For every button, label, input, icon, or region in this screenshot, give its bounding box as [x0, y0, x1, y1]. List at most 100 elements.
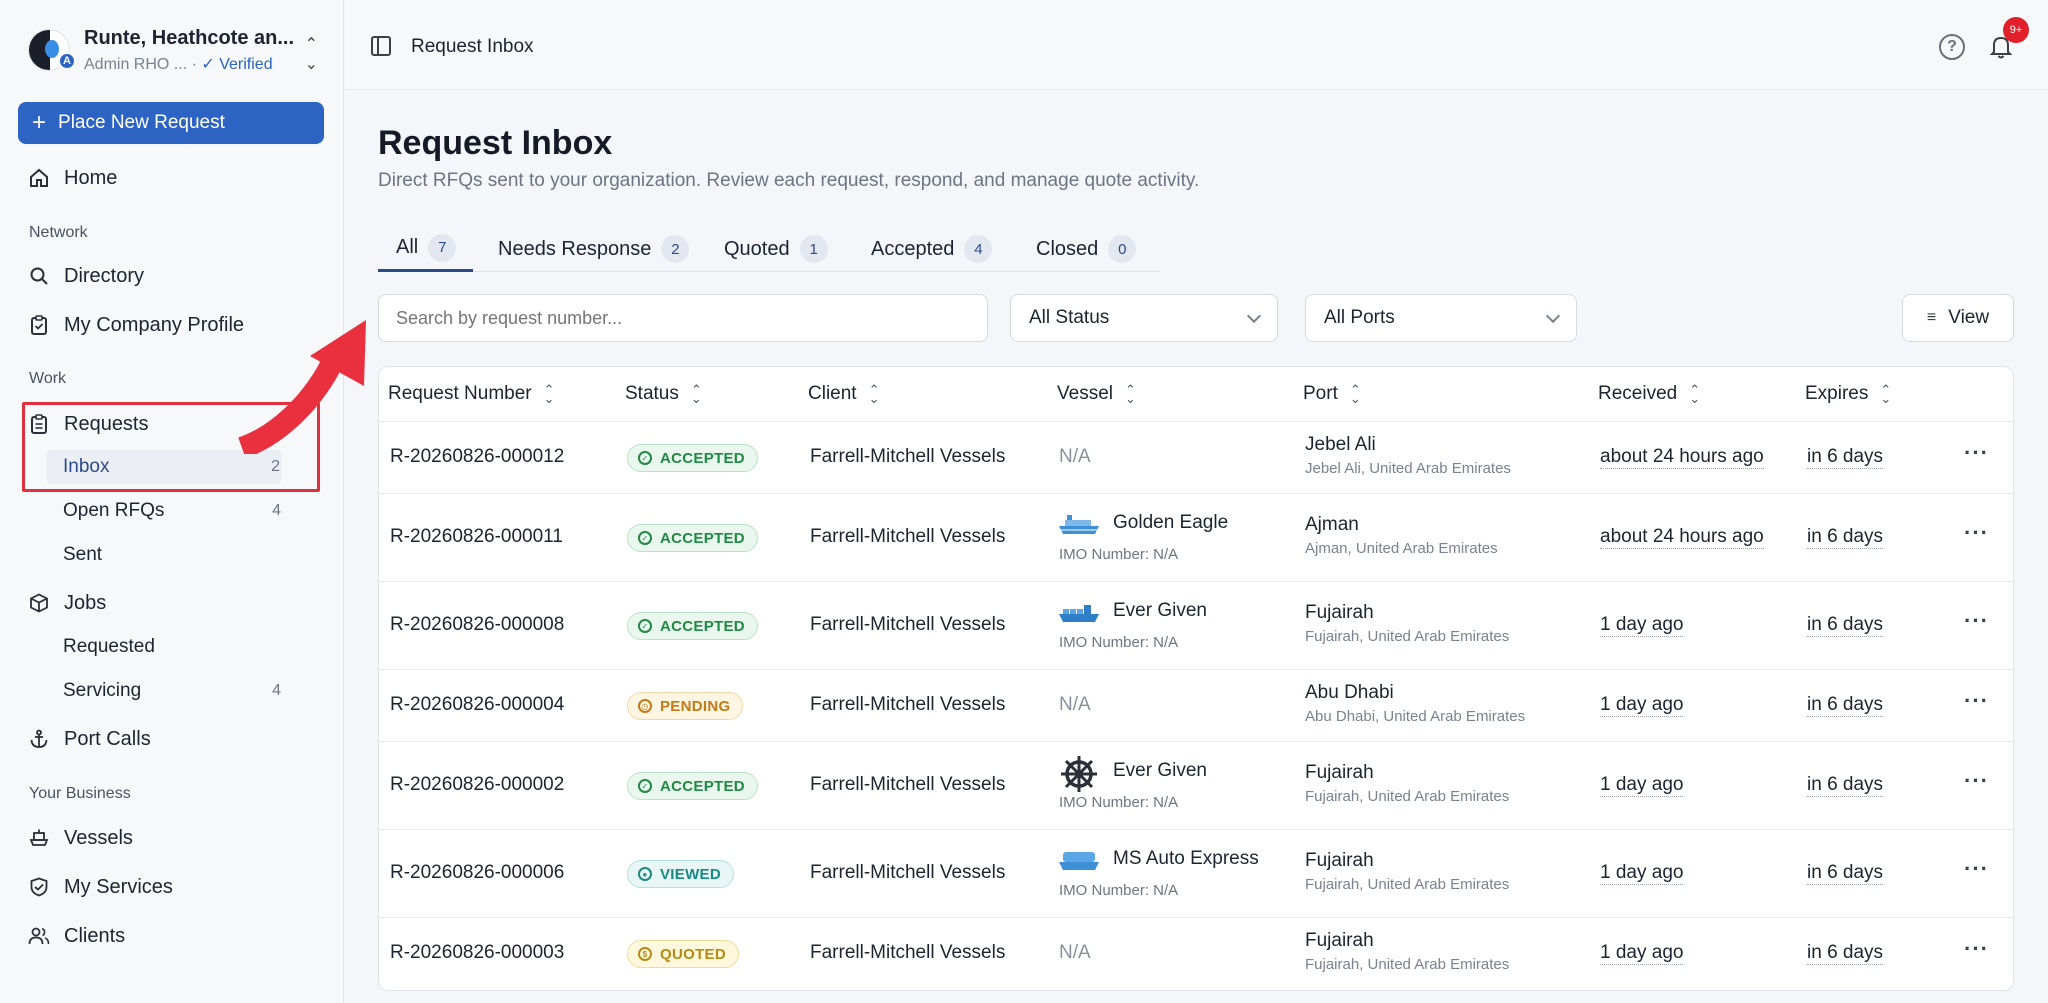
column-label: Request Number: [388, 383, 532, 404]
users-icon: [28, 925, 50, 947]
request-number[interactable]: R-20260826-000004: [390, 694, 564, 716]
eye-icon: ●: [638, 867, 652, 881]
request-number[interactable]: R-20260826-000002: [390, 774, 564, 796]
port-name: Fujairah: [1305, 930, 1374, 951]
vessel-na: N/A: [1059, 942, 1091, 963]
sort-icon: ⌃ ⌄: [1124, 381, 1136, 406]
requests-table: Request Number ⌃ ⌄ Status ⌃ ⌄ Client ⌃ ⌄ Vesse…: [378, 366, 2014, 991]
status-filter-select[interactable]: All Status: [1010, 294, 1278, 342]
verified-label: Verified: [219, 55, 273, 73]
search-input[interactable]: [378, 294, 988, 342]
port-name: Ajman: [1305, 514, 1359, 535]
more-actions-icon[interactable]: ···: [1964, 768, 1989, 794]
more-actions-icon[interactable]: ···: [1964, 688, 1989, 714]
vessel-name: Ever Given: [1113, 760, 1207, 781]
more-actions-icon[interactable]: ···: [1964, 936, 1989, 962]
more-actions-icon[interactable]: ···: [1964, 856, 1989, 882]
client-name: Farrell-Mitchell Vessels: [810, 614, 1006, 635]
column-header-request-number[interactable]: Request Number ⌃ ⌄: [388, 383, 555, 405]
port-name: Fujairah: [1305, 762, 1374, 783]
sidebar-item-port-calls[interactable]: Port Calls: [28, 723, 151, 755]
column-header-vessel[interactable]: Vessel ⌃ ⌄: [1057, 383, 1136, 405]
tab-needs-response[interactable]: Needs Response 2: [498, 226, 690, 272]
sidebar-item-label: Servicing: [63, 680, 142, 701]
port-location: Jebel Ali, United Arab Emirates: [1305, 460, 1511, 477]
request-number[interactable]: R-20260826-000012: [390, 446, 564, 468]
column-header-port[interactable]: Port ⌃ ⌄: [1303, 383, 1361, 405]
sidebar-item-label: Open RFQs: [63, 500, 165, 521]
table-row[interactable]: R-20260826-000003 $ QUOTED Farrell-Mitche…: [379, 918, 2013, 990]
notification-badge: 9+: [2003, 17, 2029, 43]
sidebar-item-directory[interactable]: Directory: [28, 260, 144, 292]
expires-time: in 6 days: [1807, 614, 1884, 637]
more-actions-icon[interactable]: ···: [1964, 520, 1989, 546]
page-title: Request Inbox: [378, 124, 613, 162]
separator: ·: [191, 55, 197, 73]
sort-icon: ⌃ ⌄: [543, 381, 555, 406]
request-number[interactable]: R-20260826-000006: [390, 862, 564, 884]
sidebar-item-jobs[interactable]: Jobs: [28, 587, 106, 619]
expires-time: in 6 days: [1807, 862, 1884, 885]
help-icon[interactable]: ?: [1939, 34, 1965, 60]
received-time: 1 day ago: [1600, 862, 1684, 885]
anchor-icon: [28, 728, 50, 750]
status-label: PENDING: [660, 697, 731, 715]
sort-icon: ⌃ ⌄: [1880, 381, 1892, 406]
table-row[interactable]: R-20260826-000008 ✓︎ ACCEPTED Farrell-Mit…: [379, 582, 2013, 670]
request-number[interactable]: R-20260826-000003: [390, 942, 564, 964]
verified-badge: ✓︎ Verified: [201, 55, 273, 73]
sidebar-item-my-services[interactable]: My Services: [28, 871, 173, 903]
request-number[interactable]: R-20260826-000008: [390, 614, 564, 636]
plus-icon: +: [32, 109, 47, 136]
place-new-request-button[interactable]: + Place New Request: [18, 102, 324, 144]
sidebar-item-sent[interactable]: Sent: [63, 538, 281, 572]
status-badge: ✓︎ ACCEPTED: [627, 444, 758, 472]
sidebar-item-requested[interactable]: Requested: [63, 630, 281, 664]
request-number[interactable]: R-20260826-000011: [390, 526, 563, 548]
sidebar-toggle-icon[interactable]: [371, 36, 391, 56]
column-header-expires[interactable]: Expires ⌃ ⌄: [1805, 383, 1891, 405]
table-row[interactable]: R-20260826-000012 ✓︎ ACCEPTED Farrell-Mit…: [379, 422, 2013, 494]
sidebar-item-home[interactable]: Home: [28, 162, 117, 194]
table-row[interactable]: R-20260826-000006 ● VIEWED Farrell-Mitche…: [379, 830, 2013, 918]
view-options-button[interactable]: ≡ View: [1902, 294, 2014, 342]
tab-label: All: [396, 236, 419, 258]
table-row[interactable]: R-20260826-000004 ◷ PENDING Farrell-Mitch…: [379, 670, 2013, 742]
imo-number: IMO Number: N/A: [1059, 882, 1179, 899]
more-actions-icon[interactable]: ···: [1964, 608, 1989, 634]
sort-icon: ⌃ ⌄: [1689, 381, 1701, 406]
sidebar-item-clients[interactable]: Clients: [28, 920, 125, 952]
sidebar-item-label: Sent: [63, 544, 103, 565]
servicing-count: 4: [272, 682, 281, 699]
ports-filter-select[interactable]: All Ports: [1305, 294, 1577, 342]
received-time: 1 day ago: [1600, 614, 1684, 637]
status-label: ACCEPTED: [660, 777, 745, 795]
tab-quoted[interactable]: Quoted 1: [724, 226, 828, 272]
status-label: QUOTED: [660, 945, 726, 963]
tab-accepted[interactable]: Accepted 4: [871, 226, 993, 272]
sidebar-item-label: Directory: [64, 264, 145, 287]
more-actions-icon[interactable]: ···: [1964, 440, 1989, 466]
sidebar-item-vessels[interactable]: Vessels: [28, 822, 133, 854]
tab-label: Accepted: [871, 237, 955, 260]
tab-all[interactable]: All 7: [378, 226, 473, 272]
table-row[interactable]: R-20260826-000011 ✓︎ ACCEPTED Farrell-Mit…: [379, 494, 2013, 582]
status-badge: ✓︎ ACCEPTED: [627, 612, 758, 640]
sidebar-item-servicing[interactable]: Servicing 4: [63, 674, 281, 708]
table-header: Request Number ⌃ ⌄ Status ⌃ ⌄ Client ⌃ ⌄ Vesse…: [379, 367, 2013, 422]
tab-closed[interactable]: Closed 0: [1036, 226, 1137, 272]
table-row[interactable]: R-20260826-000002 ✓︎ ACCEPTED Farrell-Mit…: [379, 742, 2013, 830]
status-label: ACCEPTED: [660, 449, 745, 467]
sidebar-item-open-rfqs[interactable]: Open RFQs 4: [63, 494, 281, 528]
port-location: Fujairah, United Arab Emirates: [1305, 788, 1510, 805]
org-switcher[interactable]: A Runte, Heathcote an... Admin RHO ... ·…: [28, 22, 324, 78]
column-header-status[interactable]: Status ⌃ ⌄: [625, 383, 702, 405]
column-header-received[interactable]: Received ⌃ ⌄: [1598, 383, 1700, 405]
column-label: Received: [1598, 383, 1678, 404]
column-header-client[interactable]: Client ⌃ ⌄: [808, 383, 879, 405]
tab-count: 4: [964, 235, 993, 263]
status-badge: ● VIEWED: [627, 860, 734, 888]
sidebar-item-label: Clients: [64, 924, 126, 947]
sidebar-item-company-profile[interactable]: My Company Profile: [28, 309, 244, 341]
sidebar-item-label: Home: [64, 166, 118, 189]
